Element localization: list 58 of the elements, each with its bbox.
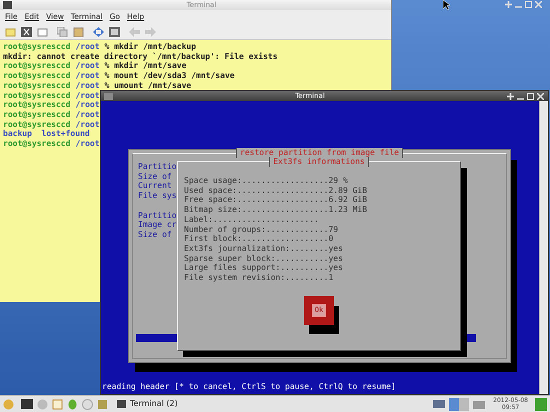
command-text: % mount /dev/sda3 /mnt/save <box>104 71 235 81</box>
prompt-user: root@sysresccd <box>3 100 70 110</box>
prompt-user: root@sysresccd <box>3 71 70 81</box>
close-icon[interactable] <box>537 92 544 100</box>
maximize-icon[interactable] <box>527 92 534 100</box>
prompt-path: /root <box>75 42 100 52</box>
field-label: Size of <box>138 230 172 240</box>
field-label: Partitio <box>138 162 177 172</box>
prompt-path: /root <box>75 71 100 81</box>
close-tab-icon[interactable] <box>21 26 32 36</box>
mouse-cursor-icon <box>443 0 450 10</box>
prompt-user: root@sysresccd <box>3 42 70 52</box>
info-line: First block:..................0 <box>184 234 334 244</box>
prompt-user: root@sysresccd <box>3 110 70 120</box>
forward-arrow-icon[interactable] <box>145 26 156 36</box>
info-line: Label:...................... <box>184 214 320 225</box>
prompt-path: /root <box>75 110 100 120</box>
info-line: Free space:...................6.92 GiB <box>184 195 368 206</box>
prompt-path: /root <box>75 139 100 149</box>
info-line: Large files support:..........yes <box>184 263 344 274</box>
copy-icon[interactable] <box>57 26 68 36</box>
info-line: Ext3fs journalization:........yes <box>184 244 344 254</box>
command-text: % mkdir /mnt/save <box>104 61 186 72</box>
prompt-user: root@sysresccd <box>3 61 70 72</box>
pin-icon[interactable] <box>507 92 514 100</box>
field-label: File sys <box>138 191 177 201</box>
output-text: mkdir: cannot create directory `/mnt/backup': File exists <box>3 52 279 62</box>
directory-listing: backup lost+found <box>3 129 91 140</box>
prompt-user: root@sysresccd <box>3 80 70 91</box>
back-arrow-icon[interactable] <box>129 26 140 36</box>
prompt-user: root@sysresccd <box>3 120 70 130</box>
info-line: Bitmap size:..................1.23 MiB <box>184 205 368 215</box>
field-label: Image cr <box>138 220 177 230</box>
dialog-title: restore partition from image file <box>236 148 403 158</box>
dialog-title: Ext3fs informations <box>269 157 369 167</box>
command-text: % umount /mnt/save <box>104 80 192 91</box>
info-line: File system revision:.........1 <box>184 273 334 283</box>
taskbar-button[interactable]: Terminal (2) <box>114 397 181 411</box>
field-label: Partitio <box>138 210 177 220</box>
command-text: % mkdir /mnt/backup <box>104 42 196 52</box>
status-line: reading header [* to cancel, CtrlS to pause, CtrlQ to resume] <box>101 382 397 393</box>
info-line: Space usage:..................29 % <box>184 176 349 186</box>
leaf-icon[interactable] <box>67 398 78 410</box>
prompt-path: /root <box>75 100 100 110</box>
prompt-path: /root <box>75 90 100 100</box>
info-line: Sparse super block:...........yes <box>184 254 344 264</box>
field-label: Size of <box>138 172 172 182</box>
info-line: Used space:...................2.89 GiB <box>184 186 368 196</box>
prompt-path: /root <box>75 80 100 91</box>
fullscreen-icon[interactable] <box>93 26 104 36</box>
scrollbar[interactable] <box>539 101 548 394</box>
info-line: Number of groups:.............79 <box>184 224 340 234</box>
prompt-user: root@sysresccd <box>3 139 70 149</box>
workspace-switcher-icon[interactable] <box>449 398 470 410</box>
prompt-user: root@sysresccd <box>3 90 70 100</box>
prompt-path: /root <box>75 61 100 72</box>
field-label: Current <box>138 181 172 192</box>
prompt-path: /root <box>75 120 100 130</box>
